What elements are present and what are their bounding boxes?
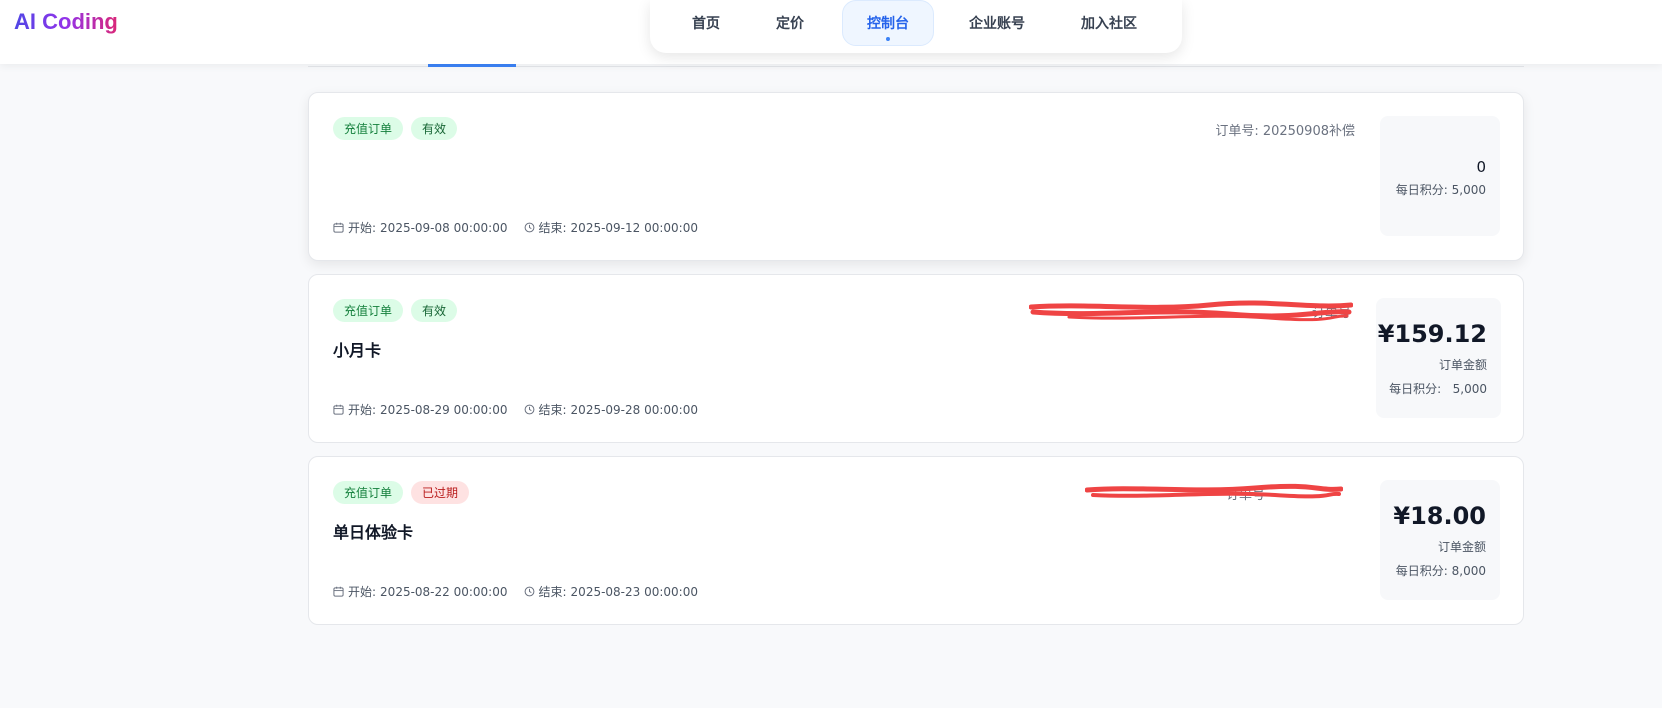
order-dates: 开始: 2025-09-08 00:00:00 结束: 2025-09-12 0…: [333, 219, 698, 236]
order-amount: ¥159.12: [1377, 320, 1487, 348]
order-number-value: 20250908补偿: [1262, 124, 1355, 139]
end-date-label: 结束:: [538, 585, 567, 599]
end-date-label: 结束:: [538, 221, 567, 235]
order-card[interactable]: 充值订单 有效 订单号: 20250908补偿 开始: 2025-09-08 0…: [308, 92, 1524, 261]
end-date: 结束: 2025-09-12 00:00:00: [524, 219, 698, 236]
start-date-value: 2025-08-29 00:00:00: [380, 402, 508, 417]
calendar-icon: [333, 404, 344, 415]
order-number-label: 订单号: [1311, 306, 1351, 321]
daily-points-value: 5,000: [1451, 183, 1486, 197]
nav-console-label: 控制台: [867, 16, 909, 32]
order-amount-label: 订单金额: [1438, 358, 1487, 372]
order-number: 订单号: [1226, 484, 1265, 503]
end-date-label: 结束:: [538, 403, 567, 417]
price-panel: ¥18.00 订单金额 每日积分: 8,000: [1380, 480, 1500, 600]
plan-name: 单日体验卡: [333, 523, 414, 542]
nav-console[interactable]: 控制台: [842, 0, 934, 46]
end-date-value: 2025-08-23 00:00:00: [570, 584, 698, 599]
end-date-value: 2025-09-12 00:00:00: [570, 220, 698, 235]
order-status-tag: 有效: [411, 117, 458, 140]
price-panel: 0 每日积分: 5,000: [1380, 116, 1500, 236]
order-status-tag: 已过期: [411, 481, 470, 504]
clock-icon: [524, 586, 534, 597]
order-dates: 开始: 2025-08-22 00:00:00 结束: 2025-08-23 0…: [333, 583, 698, 600]
start-date-value: 2025-08-22 00:00:00: [380, 584, 508, 599]
daily-points: 每日积分: 8,000: [1396, 562, 1486, 579]
clock-icon: [524, 222, 534, 233]
active-tab-indicator: [428, 64, 516, 67]
order-amount: 0: [1476, 158, 1486, 176]
order-status-tag: 有效: [411, 299, 458, 322]
daily-points-label: 每日积分:: [1389, 382, 1442, 396]
daily-points: 每日积分: 5,000: [1396, 181, 1486, 198]
daily-points: 每日积分: 5,000: [1389, 380, 1487, 397]
order-number: 订单号: [1312, 302, 1351, 321]
start-date-label: 开始:: [348, 221, 377, 235]
daily-points-label: 每日积分:: [1395, 183, 1448, 197]
order-number-label: 订单号: [1225, 488, 1265, 503]
order-card[interactable]: 充值订单 已过期 单日体验卡 订单号 开始: 2025-08-22 00:00:…: [308, 456, 1524, 625]
redaction-scribble: [1029, 300, 1353, 322]
nav-community[interactable]: 加入社区: [1062, 0, 1156, 46]
end-date: 结束: 2025-09-28 00:00:00: [524, 401, 698, 418]
start-date: 开始: 2025-09-08 00:00:00: [333, 219, 508, 236]
clock-icon: [524, 404, 534, 415]
main-nav: 首页 定价 控制台 企业账号 加入社区: [650, 0, 1182, 53]
start-date-label: 开始:: [348, 403, 377, 417]
start-date: 开始: 2025-08-29 00:00:00: [333, 401, 508, 418]
order-card[interactable]: 充值订单 有效 小月卡 订单号 开始: 2025-08-29 00:00:00 …: [308, 274, 1524, 443]
price-panel: ¥159.12 订单金额 每日积分: 5,000: [1376, 298, 1501, 418]
order-tags: 充值订单 有效: [333, 299, 458, 322]
start-date-label: 开始:: [348, 585, 377, 599]
order-type-tag: 充值订单: [333, 481, 404, 504]
redaction-scribble: [1085, 483, 1343, 499]
daily-points-label: 每日积分:: [1395, 564, 1448, 578]
end-date: 结束: 2025-08-23 00:00:00: [524, 583, 698, 600]
order-dates: 开始: 2025-08-29 00:00:00 结束: 2025-09-28 0…: [333, 401, 698, 418]
order-number-label: 订单号:: [1215, 124, 1263, 139]
app-logo[interactable]: AI Coding: [14, 9, 118, 35]
start-date: 开始: 2025-08-22 00:00:00: [333, 583, 508, 600]
nav-pricing[interactable]: 定价: [756, 0, 824, 46]
active-indicator-dot: [886, 37, 890, 41]
order-tags: 充值订单 已过期: [333, 481, 470, 504]
order-amount: ¥18.00: [1393, 502, 1486, 530]
order-number: 订单号: 20250908补偿: [1215, 120, 1355, 139]
plan-name: 小月卡: [333, 341, 382, 360]
end-date-value: 2025-09-28 00:00:00: [570, 402, 698, 417]
daily-points-value: 5,000: [1452, 382, 1487, 396]
calendar-icon: [333, 586, 344, 597]
order-type-tag: 充值订单: [333, 299, 404, 322]
calendar-icon: [333, 222, 344, 233]
order-amount-label: 订单金额: [1437, 540, 1486, 554]
order-tags: 充值订单 有效: [333, 117, 458, 140]
nav-home[interactable]: 首页: [672, 0, 740, 46]
start-date-value: 2025-09-08 00:00:00: [380, 220, 508, 235]
order-type-tag: 充值订单: [333, 117, 404, 140]
daily-points-value: 8,000: [1451, 564, 1486, 578]
nav-enterprise[interactable]: 企业账号: [950, 0, 1044, 46]
